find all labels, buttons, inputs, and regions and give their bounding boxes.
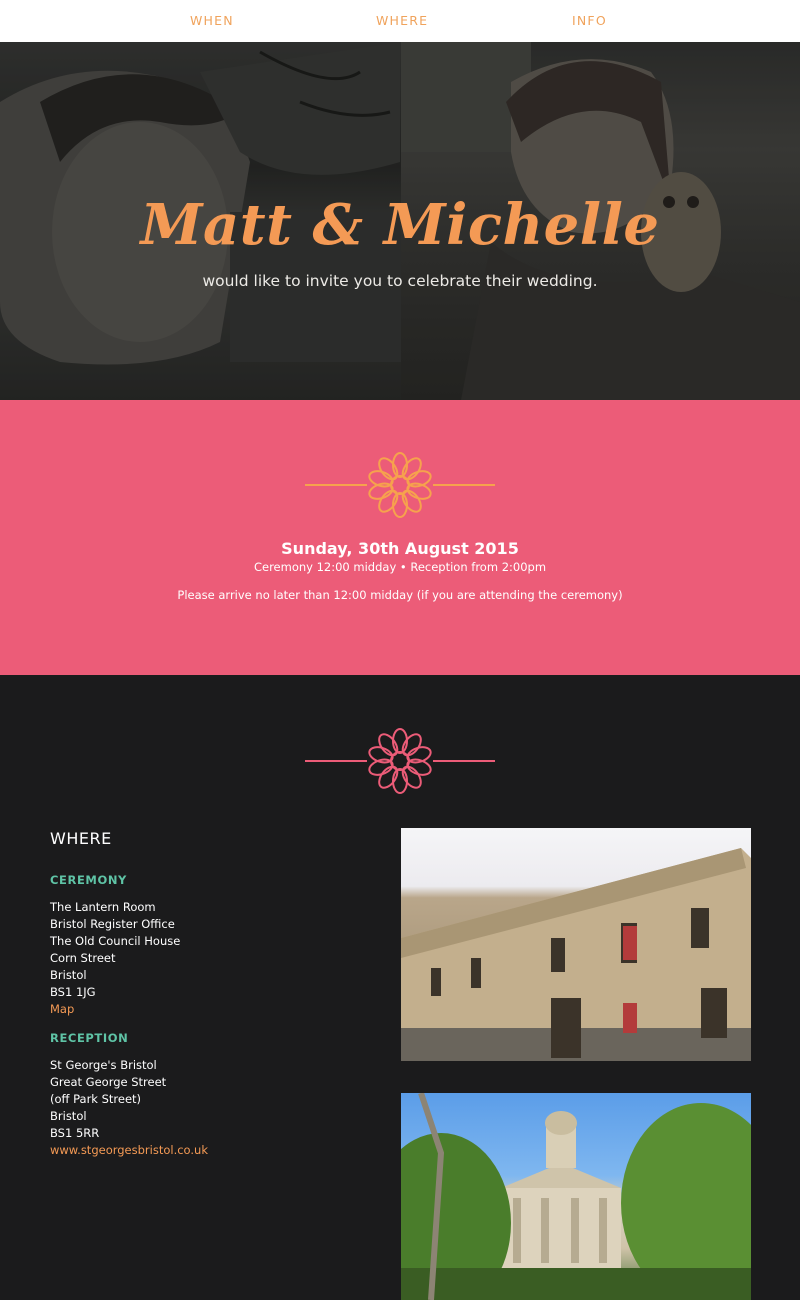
address-line: Bristol — [50, 1109, 87, 1123]
ceremony-venue-photo — [401, 828, 751, 1061]
st-georges-art — [401, 1093, 751, 1300]
ceremony-map-link[interactable]: Map — [50, 1002, 74, 1016]
invitation-subtitle: would like to invite you to celebrate th… — [202, 272, 598, 290]
address-line: Bristol Register Office — [50, 917, 175, 931]
address-line: BS1 5RR — [50, 1126, 100, 1140]
nav-where[interactable]: WHERE — [376, 13, 428, 28]
event-times: Ceremony 12:00 midday • Reception from 2… — [253, 560, 547, 574]
where-heading: WHERE — [50, 829, 112, 848]
when-section: Sunday, 30th August 2015 Ceremony 12:00 … — [0, 400, 800, 675]
address-line: Corn Street — [50, 951, 116, 965]
address-line: The Lantern Room — [50, 900, 156, 914]
address-line: Great George Street — [50, 1075, 167, 1089]
hero-banner: Matt & Michelle would like to invite you… — [0, 42, 800, 400]
nav-when[interactable]: WHEN — [190, 13, 234, 28]
wedding-date: Sunday, 30th August 2015 — [281, 539, 519, 558]
address-line: Bristol — [50, 968, 87, 982]
address-line: The Old Council House — [50, 934, 181, 948]
reception-website-link[interactable]: www.stgeorgesbristol.co.uk — [50, 1143, 208, 1157]
couple-names-title: Matt & Michelle — [140, 192, 660, 258]
council-house-art — [401, 848, 751, 1061]
flower-icon — [305, 728, 495, 794]
arrival-note: Please arrive no later than 12:00 midday… — [177, 588, 623, 602]
address-line: St George's Bristol — [50, 1058, 157, 1072]
reception-label: RECEPTION — [50, 1031, 129, 1045]
ceremony-label: CEREMONY — [50, 873, 127, 887]
ceremony-address: The Lantern Room Bristol Register Office… — [50, 899, 180, 1018]
address-line: BS1 1JG — [50, 985, 96, 999]
reception-venue-photo — [401, 1093, 751, 1300]
top-nav: WHEN WHERE INFO — [0, 0, 800, 42]
flower-icon — [305, 452, 495, 518]
address-line: (off Park Street) — [50, 1092, 142, 1106]
reception-address: St George's Bristol Great George Street … — [50, 1057, 208, 1159]
nav-info[interactable]: INFO — [572, 13, 607, 28]
